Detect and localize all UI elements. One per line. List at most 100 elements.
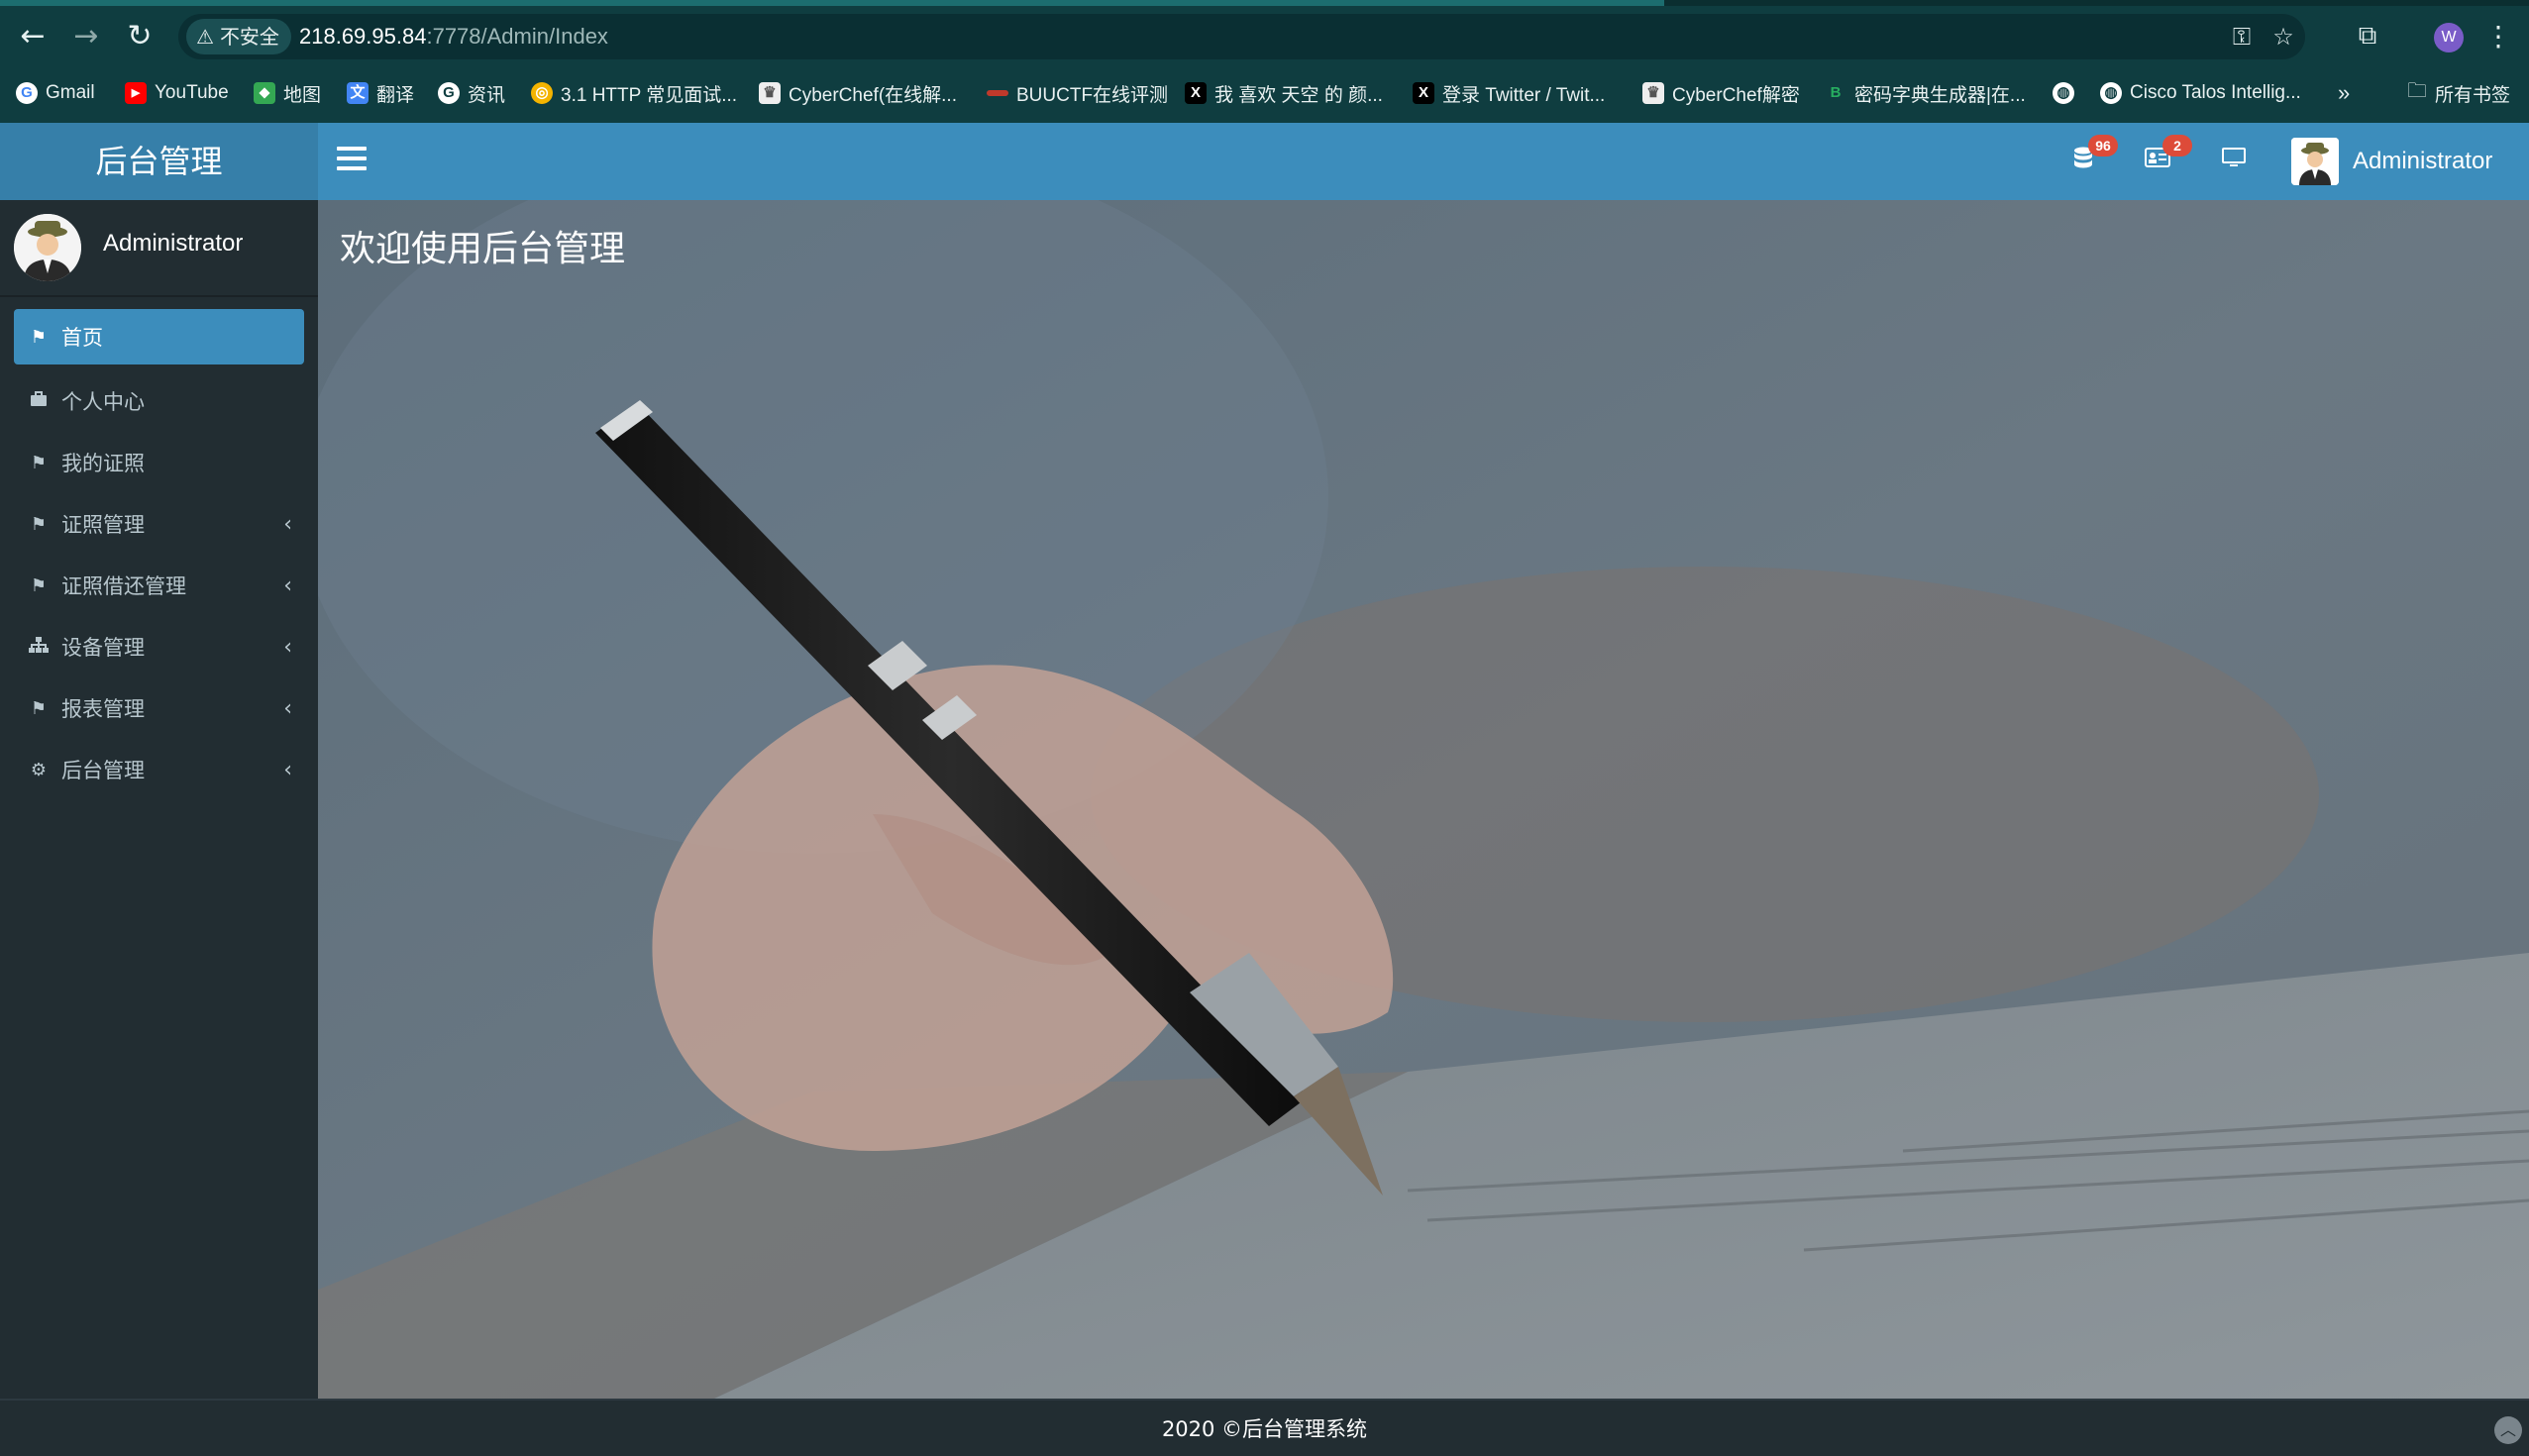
sidebar-item-label: 报表管理 [61,697,145,721]
database-icon[interactable]: 96 [2068,135,2118,176]
key-icon[interactable]: ⚿ [2227,22,2257,52]
sidebar-item-report-management[interactable]: ⚑ 报表管理 ‹ [14,677,304,739]
bookmark-label: 地图 [283,84,322,106]
bookmark-gmail[interactable]: G Gmail [16,73,95,113]
url-text[interactable]: 218.69.95.84:7778/Admin/Index [299,14,608,59]
sidebar-item-label: 首页 [61,326,103,350]
bookmark-globe[interactable]: ◍ [2053,73,2074,113]
bookmark-label: CyberChef(在线解... [789,84,957,106]
avatar [14,214,81,281]
bookmark-translate[interactable]: 文翻译 [347,73,414,113]
avatar [2291,138,2339,185]
bookmark-dict[interactable]: B 密码字典生成器|在... [1825,73,2026,113]
bookmark-label: 登录 Twitter / Twit... [1442,84,1606,106]
briefcase-icon [28,390,50,412]
back-icon[interactable]: ← [14,18,52,55]
app-header: 后台管理 96 2 Administrator [0,123,2529,200]
reload-icon[interactable]: ↻ [121,18,158,55]
flag-icon: ⚑ [30,452,48,473]
flag-icon: ⚑ [30,326,48,348]
main-content: 欢迎使用后台管理 [318,200,2529,1399]
sidebar-item-label: 后台管理 [61,759,145,782]
maps-icon: ⬥ [254,82,275,104]
bookmark-label: 3.1 HTTP 常见面试... [561,84,738,106]
sidebar-item-label: 我的证照 [61,452,145,475]
notification-badge: 96 [2088,135,2118,156]
sidebar-item-admin[interactable]: ⚙ 后台管理 ‹ [14,739,304,800]
page-title: 欢迎使用后台管理 [340,229,626,269]
globe-icon: ◍ [2100,82,2122,104]
sidebar-item-license-management[interactable]: ⚑ 证照管理 ‹ [14,493,304,555]
bookmark-http[interactable]: ◎ 3.1 HTTP 常见面试... [531,73,737,113]
url-path: :7778/Admin/Index [426,24,608,49]
star-icon[interactable]: ☆ [2268,22,2298,52]
translate-icon: 文 [347,82,369,104]
sidebar-user-name: Administrator [103,230,244,257]
avatar-svg [2291,138,2339,185]
sidebar-item-label: 设备管理 [61,636,145,660]
bookmark-buuctf[interactable]: BUUCTF在线评测 [987,73,1168,113]
profile-avatar[interactable]: W [2434,23,2464,52]
extensions-icon[interactable]: ⧉ [2352,20,2383,52]
bookmark-label: 我 喜欢 天空 的 颜... [1214,84,1383,106]
sidebar-item-device-management[interactable]: 设备管理 ‹ [14,616,304,677]
bookmark-label: BUUCTF在线评测 [1016,84,1169,106]
bookmark-x-2[interactable]: X 登录 Twitter / Twit... [1413,73,1605,113]
bookmark-label: Cisco Talos Intellig... [2130,82,2301,103]
sidebar-menu: ⚑ 首页 个人中心 ⚑ 我的证照 ⚑ 证照管理 ‹ ⚑ 证照借还管理 ‹ 设备管… [0,309,318,800]
chevron-left-icon: ‹ [283,634,292,660]
browser-window: ← → ↻ ⚠ 不安全 218.69.95.84:7778/Admin/Inde… [0,0,2529,1456]
sidebar-toggle-icon[interactable] [337,147,367,176]
bookmark-label: 密码字典生成器|在... [1854,84,2026,106]
warning-icon: ⚠ [196,25,214,49]
sidebar-item-profile[interactable]: 个人中心 [14,370,304,432]
bookmark-x-1[interactable]: X 我 喜欢 天空 的 颜... [1185,73,1383,113]
background-image [318,200,2529,1399]
bookmark-maps[interactable]: ⬥ 地图 [254,73,321,113]
forward-icon[interactable]: → [67,18,105,55]
active-tab-indicator [0,0,1664,6]
flag-icon: ⚑ [30,513,48,535]
bookmark-label: YouTube [155,82,229,103]
google-icon: G [16,82,38,104]
bookmark-youtube[interactable]: ▶ YouTube [125,73,229,113]
bookmark-news[interactable]: G 资讯 [438,73,505,113]
bookmark-label: Gmail [46,82,95,103]
flag-icon: ⚑ [30,574,48,596]
globe-icon: ◍ [2053,82,2074,104]
avatar-svg [14,214,81,281]
url-host: 218.69.95.84 [299,24,427,49]
header-user-menu[interactable]: Administrator [2291,137,2492,186]
all-bookmarks[interactable]: 🗀 所有书签 [2407,73,2510,113]
monitor-icon[interactable] [2219,147,2249,176]
x-icon: X [1413,82,1434,104]
app-brand[interactable]: 后台管理 [0,123,318,200]
sidebar-item-my-licenses[interactable]: ⚑ 我的证照 [14,432,304,493]
user-panel: Administrator [0,200,318,295]
address-bar[interactable]: ⚠ 不安全 218.69.95.84:7778/Admin/Index ⚿ ☆ [178,14,2305,59]
browser-menu-icon[interactable]: ⋮ [2484,18,2512,55]
header-user-name: Administrator [2353,148,2493,174]
footer-copyright: 2020 ©后台管理系统 [1161,1417,1368,1441]
chevron-left-icon: ‹ [283,695,292,721]
chef-icon: ♛ [1642,82,1664,104]
id-card-icon[interactable]: 2 [2143,135,2192,176]
divider [0,295,318,297]
bookmark-label: 翻译 [376,84,415,106]
youtube-icon: ▶ [125,82,147,104]
security-chip[interactable]: ⚠ 不安全 [186,19,291,54]
buuctf-icon [987,90,1008,96]
sidebar-item-license-lending[interactable]: ⚑ 证照借还管理 ‹ [14,555,304,616]
briefcase-svg [31,390,47,406]
sidebar-item-home[interactable]: ⚑ 首页 [14,309,304,364]
bookmark-talos[interactable]: ◍ Cisco Talos Intellig... [2100,73,2301,113]
sidebar-item-label: 证照借还管理 [61,574,186,598]
scroll-to-top-icon[interactable]: ︿ [2494,1416,2522,1444]
bookmark-cyberchef-2[interactable]: ♛ CyberChef解密 [1642,73,1800,113]
chevron-left-icon: ‹ [283,511,292,537]
bookmarks-bar: G Gmail ▶ YouTube ⬥ 地图 文翻译 G 资讯 ◎ 3.1 HTTP 常见… [0,73,2529,113]
bookmarks-more-button[interactable]: » [2338,73,2350,113]
message-badge: 2 [2162,135,2192,156]
news-icon: G [438,82,460,104]
bookmark-cyberchef[interactable]: ♛ CyberChef(在线解... [759,73,957,113]
